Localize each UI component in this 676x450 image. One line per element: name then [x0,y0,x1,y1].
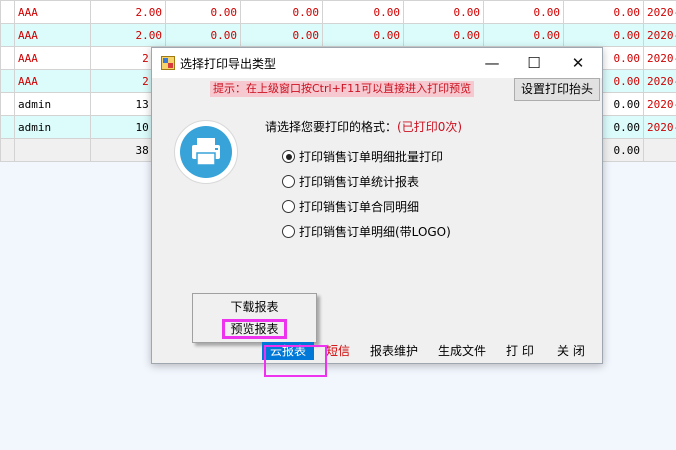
menu-item-label: 下载报表 [230,300,279,314]
radio-button[interactable] [282,200,295,213]
row-header-cell [0,92,15,116]
generate-file-button[interactable]: 生成文件 [438,342,486,360]
option-label: 打印销售订单明细批量打印 [299,150,444,164]
format-prompt-label: 请选择您要打印的格式： [265,120,398,134]
print-count: (已打印0次) [397,120,463,134]
report-maintenance-button[interactable]: 报表维护 [370,342,418,360]
table-cell [643,138,676,162]
table-cell: 0.00 [563,23,644,47]
print-button[interactable]: 打 印 [506,342,534,360]
table-cell: 2020-1 [643,92,676,116]
table-cell: 0.00 [322,0,404,24]
table-cell: AAA [14,23,91,47]
minimize-button[interactable]: — [470,48,514,78]
app-window-icon [161,56,175,70]
table-cell: AAA [14,69,91,93]
table-row[interactable]: AAA2.000.000.000.000.000.000.002020-1 [0,23,676,47]
table-cell [14,138,91,162]
menu-item-preview-report[interactable]: 预览报表 [193,318,316,340]
table-cell: 0.00 [403,23,484,47]
menu-item-label: 预览报表 [222,319,287,339]
table-cell: 2020-1 [643,23,676,47]
table-cell: 2.00 [90,0,166,24]
table-cell: 0.00 [483,0,564,24]
option-label: 打印销售订单统计报表 [299,175,420,189]
close-window-button[interactable]: ✕ [556,48,600,78]
table-cell: admin [14,115,91,139]
maximize-button[interactable]: ☐ [512,48,556,78]
table-cell: 2020-1 [643,0,676,24]
option-label: 打印销售订单明细(带LOGO) [299,225,451,239]
table-cell: 0.00 [322,23,404,47]
table-cell: 0.00 [165,23,241,47]
table-cell: 0.00 [563,0,644,24]
table-cell: admin [14,92,91,116]
set-print-header-button[interactable]: 设置打印抬头 [514,78,600,101]
dialog-title: 选择打印导出类型 [180,57,277,71]
printer-icon [192,138,220,166]
row-header-cell [0,69,15,93]
dialog-titlebar[interactable]: 选择打印导出类型 — ☐ ✕ [152,48,602,78]
table-cell: 2020-1 [643,115,676,139]
option-label: 打印销售订单合同明细 [299,200,420,214]
table-row[interactable]: AAA2.000.000.000.000.000.000.002020-1 [0,0,676,24]
row-header-cell [0,115,15,139]
table-cell: AAA [14,46,91,70]
table-cell: 0.00 [483,23,564,47]
hint-text: 提示：在上级窗口按Ctrl+F11可以直接进入打印预览 [210,81,475,97]
table-cell: AAA [14,0,91,24]
table-cell: 2.00 [90,23,166,47]
row-header-cell [0,46,15,70]
row-header-cell [0,23,15,47]
menu-item-download-report[interactable]: 下载报表 [193,296,316,318]
format-prompt: 请选择您要打印的格式：(已打印0次) [265,118,462,135]
highlight-box [264,345,327,377]
table-cell: 2020-1 [643,46,676,70]
table-cell: 2020-1 [643,69,676,93]
radio-button[interactable] [282,225,295,238]
row-header-cell [0,138,15,162]
table-cell: 0.00 [165,0,241,24]
radio-button[interactable] [282,175,295,188]
table-cell: 0.00 [240,23,323,47]
row-header-cell [0,0,15,24]
close-button[interactable]: 关 闭 [557,342,585,360]
table-cell: 0.00 [240,0,323,24]
cloud-report-menu: 下载报表 预览报表 [192,293,317,343]
sms-button[interactable]: 短信 [326,342,350,360]
table-cell: 0.00 [403,0,484,24]
radio-button[interactable] [282,150,295,163]
printer-badge [174,120,238,184]
